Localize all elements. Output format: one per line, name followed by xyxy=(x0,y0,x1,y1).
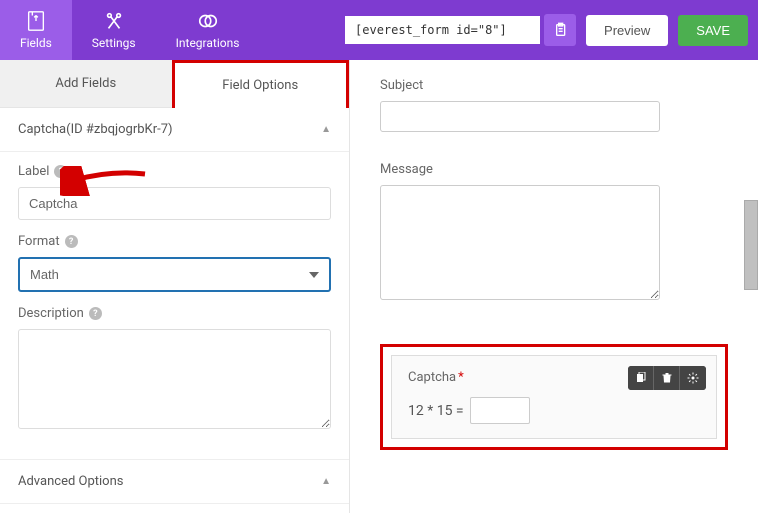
description-field-label: Description ? xyxy=(18,306,331,321)
nav-integrations[interactable]: Integrations xyxy=(156,0,260,60)
message-label: Message xyxy=(380,162,728,177)
description-row: Description ? xyxy=(18,306,331,433)
message-textarea[interactable] xyxy=(380,185,660,300)
format-select[interactable]: Math xyxy=(18,257,331,292)
clipboard-icon xyxy=(552,22,568,38)
section-body: Label ? Format ? Math xyxy=(0,152,349,460)
nav-fields-label: Fields xyxy=(20,36,52,50)
label-input[interactable] xyxy=(18,187,331,220)
label-field-label: Label ? xyxy=(18,164,331,179)
format-text: Format xyxy=(18,234,60,249)
captcha-question: 12 * 15 = xyxy=(408,403,464,419)
preview-message-field[interactable]: Message xyxy=(380,162,728,304)
captcha-label-text: Captcha xyxy=(408,370,456,385)
label-row: Label ? xyxy=(18,164,331,220)
toolbar-nav: Fields Settings Integrations xyxy=(0,0,259,60)
help-icon[interactable]: ? xyxy=(65,235,78,248)
trash-icon xyxy=(661,372,673,384)
field-actions xyxy=(628,366,706,390)
sidebar-content: Captcha(ID #zbqjogrbKr-7) ▲ Label ? Form… xyxy=(0,108,349,513)
delete-button[interactable] xyxy=(654,366,680,390)
subject-input[interactable] xyxy=(380,101,660,132)
tab-add-fields[interactable]: Add Fields xyxy=(0,60,172,108)
nav-settings[interactable]: Settings xyxy=(72,0,156,60)
form-canvas: Subject Message xyxy=(350,60,758,513)
preview-subject-field[interactable]: Subject xyxy=(380,78,728,132)
advanced-options-title: Advanced Options xyxy=(18,474,123,489)
shortcode-input[interactable] xyxy=(345,16,540,44)
scrollbar[interactable] xyxy=(744,200,758,290)
preview-button[interactable]: Preview xyxy=(586,15,668,46)
settings-button[interactable] xyxy=(680,366,706,390)
sidebar-tabs: Add Fields Field Options xyxy=(0,60,349,108)
settings-icon xyxy=(103,10,125,32)
caret-up-icon: ▲ xyxy=(321,124,331,135)
body-wrap: Add Fields Field Options Captcha(ID #zbq… xyxy=(0,60,758,513)
format-field-label: Format ? xyxy=(18,234,331,249)
section-header-captcha[interactable]: Captcha(ID #zbqjogrbKr-7) ▲ xyxy=(0,108,349,152)
label-text: Label xyxy=(18,164,49,179)
shortcode-wrap xyxy=(345,14,576,46)
help-icon[interactable]: ? xyxy=(54,165,67,178)
sidebar: Add Fields Field Options Captcha(ID #zbq… xyxy=(0,60,350,513)
format-select-wrap: Math xyxy=(18,257,331,292)
toolbar-actions: Preview SAVE xyxy=(345,14,748,46)
section-title: Captcha(ID #zbqjogrbKr-7) xyxy=(18,122,173,137)
captcha-math: 12 * 15 = xyxy=(408,397,700,424)
copy-icon xyxy=(635,372,647,384)
captcha-block[interactable]: Captcha* 12 * 15 = xyxy=(391,355,717,439)
duplicate-button[interactable] xyxy=(628,366,654,390)
nav-settings-label: Settings xyxy=(92,36,136,50)
save-button[interactable]: SAVE xyxy=(678,15,748,46)
nav-fields[interactable]: Fields xyxy=(0,0,72,60)
captcha-highlight: Captcha* 12 * 15 = xyxy=(380,344,728,450)
required-star: * xyxy=(458,370,464,385)
captcha-answer-input[interactable] xyxy=(470,397,530,424)
integrations-icon xyxy=(197,10,219,32)
top-toolbar: Fields Settings Integrations Preview SAV… xyxy=(0,0,758,60)
format-row: Format ? Math xyxy=(18,234,331,292)
tab-field-options[interactable]: Field Options xyxy=(172,60,350,108)
description-textarea[interactable] xyxy=(18,329,331,429)
caret-up-icon: ▲ xyxy=(321,476,331,487)
nav-integrations-label: Integrations xyxy=(176,36,240,50)
help-icon[interactable]: ? xyxy=(89,307,102,320)
section-header-advanced[interactable]: Advanced Options ▲ xyxy=(0,460,349,504)
gear-icon xyxy=(687,372,699,384)
fields-icon xyxy=(25,10,47,32)
subject-label: Subject xyxy=(380,78,728,93)
copy-shortcode-button[interactable] xyxy=(544,14,576,46)
description-text: Description xyxy=(18,306,84,321)
